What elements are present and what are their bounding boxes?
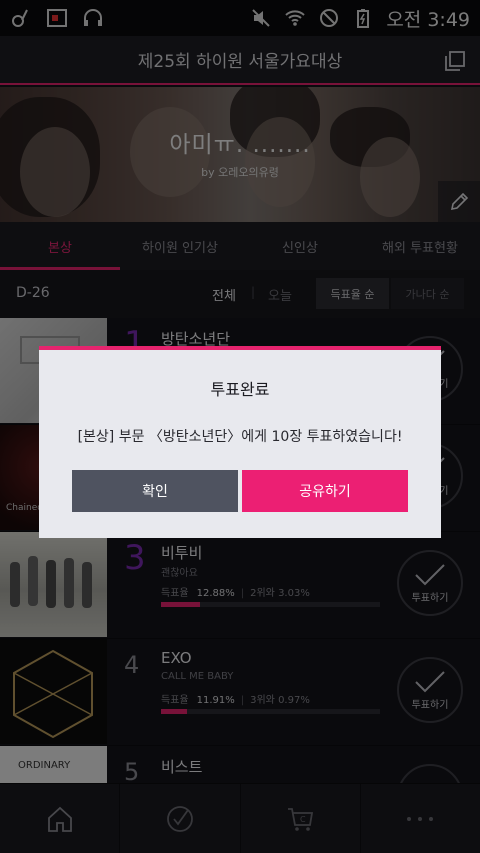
confirm-button[interactable]: 확인 [72, 470, 238, 512]
share-button[interactable]: 공유하기 [242, 470, 408, 512]
vote-complete-dialog: 투표완료 [본상] 부문 〈방탄소년단〉에게 10장 투표하였습니다! 확인 공… [39, 346, 441, 538]
app-screen: 오전 3:49 제25회 하이원 서울가요대상 아미ㅠ. ....... by … [0, 0, 480, 853]
dialog-message: [본상] 부문 〈방탄소년단〉에게 10장 투표하였습니다! [77, 429, 403, 445]
dialog-title: 투표완료 [210, 380, 270, 399]
